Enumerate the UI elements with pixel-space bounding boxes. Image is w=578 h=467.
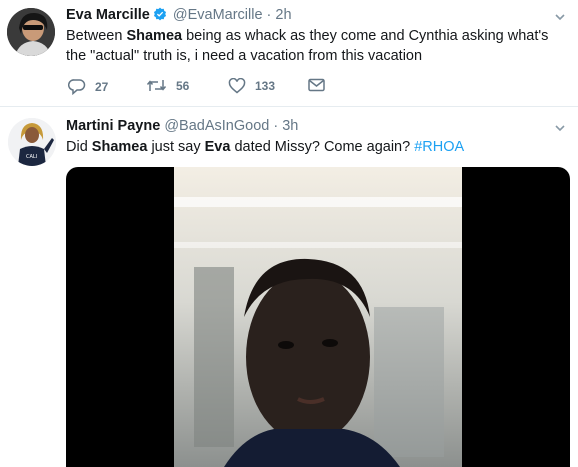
direct-message-button[interactable] bbox=[308, 78, 325, 92]
chevron-down-icon[interactable] bbox=[554, 10, 566, 22]
text-segment-bold: Shamea bbox=[91, 139, 148, 155]
like-button[interactable]: 133 bbox=[228, 78, 275, 94]
tweet-text: Between Shamea being as whack as they co… bbox=[66, 26, 556, 66]
like-count: 133 bbox=[255, 79, 276, 93]
text-segment: Between bbox=[66, 28, 127, 44]
direct-message-icon bbox=[308, 78, 325, 92]
text-segment: dated Missy? Come again? bbox=[230, 139, 415, 155]
chevron-down-icon[interactable] bbox=[554, 121, 566, 133]
text-segment: Did bbox=[66, 139, 92, 155]
tweet-timestamp[interactable]: 3h bbox=[282, 118, 298, 134]
avatar-photo bbox=[7, 8, 55, 56]
video-frame bbox=[174, 167, 462, 467]
reply-icon bbox=[68, 78, 86, 95]
separator-dot: · bbox=[266, 7, 272, 23]
retweet-button[interactable]: 56 bbox=[146, 78, 189, 93]
author-handle[interactable]: @EvaMarcille bbox=[173, 7, 263, 23]
tweet-timestamp[interactable]: 2h bbox=[275, 7, 291, 23]
avatar[interactable] bbox=[7, 8, 55, 56]
video-still bbox=[174, 167, 462, 467]
retweet-icon bbox=[146, 78, 167, 93]
tweet-eva-marcille[interactable]: Eva Marcille @EvaMarcille · 2h Between S… bbox=[0, 0, 578, 107]
author-name[interactable]: Eva Marcille bbox=[66, 7, 150, 23]
tweet-text: Did Shamea just say Eva dated Missy? Com… bbox=[66, 137, 566, 157]
author-handle[interactable]: @BadAsInGood bbox=[164, 118, 269, 134]
separator-dot: · bbox=[273, 118, 279, 134]
reply-button[interactable]: 27 bbox=[68, 78, 108, 95]
verified-badge-icon bbox=[153, 7, 167, 25]
like-icon bbox=[228, 78, 246, 94]
avatar[interactable]: CALI bbox=[8, 118, 56, 166]
text-segment: just say bbox=[147, 139, 205, 155]
video-media[interactable] bbox=[66, 167, 570, 467]
tweet-header: Eva Marcille @EvaMarcille · 2h bbox=[66, 7, 292, 25]
hashtag-link[interactable]: #RHOA bbox=[414, 139, 464, 155]
tweet-header: Martini Payne @BadAsInGood · 3h bbox=[66, 118, 298, 134]
avatar-photo: CALI bbox=[8, 118, 56, 166]
reply-count: 27 bbox=[95, 79, 109, 94]
text-segment-bold: Eva bbox=[204, 139, 231, 155]
retweet-count: 56 bbox=[176, 78, 190, 93]
text-segment-bold: Shamea bbox=[126, 28, 183, 44]
avatar-shirt-text: CALI bbox=[26, 154, 37, 160]
author-name[interactable]: Martini Payne bbox=[66, 118, 160, 134]
tweet-martini-payne[interactable]: CALI Martini Payne @BadAsInGood · 3h Did… bbox=[0, 107, 578, 467]
